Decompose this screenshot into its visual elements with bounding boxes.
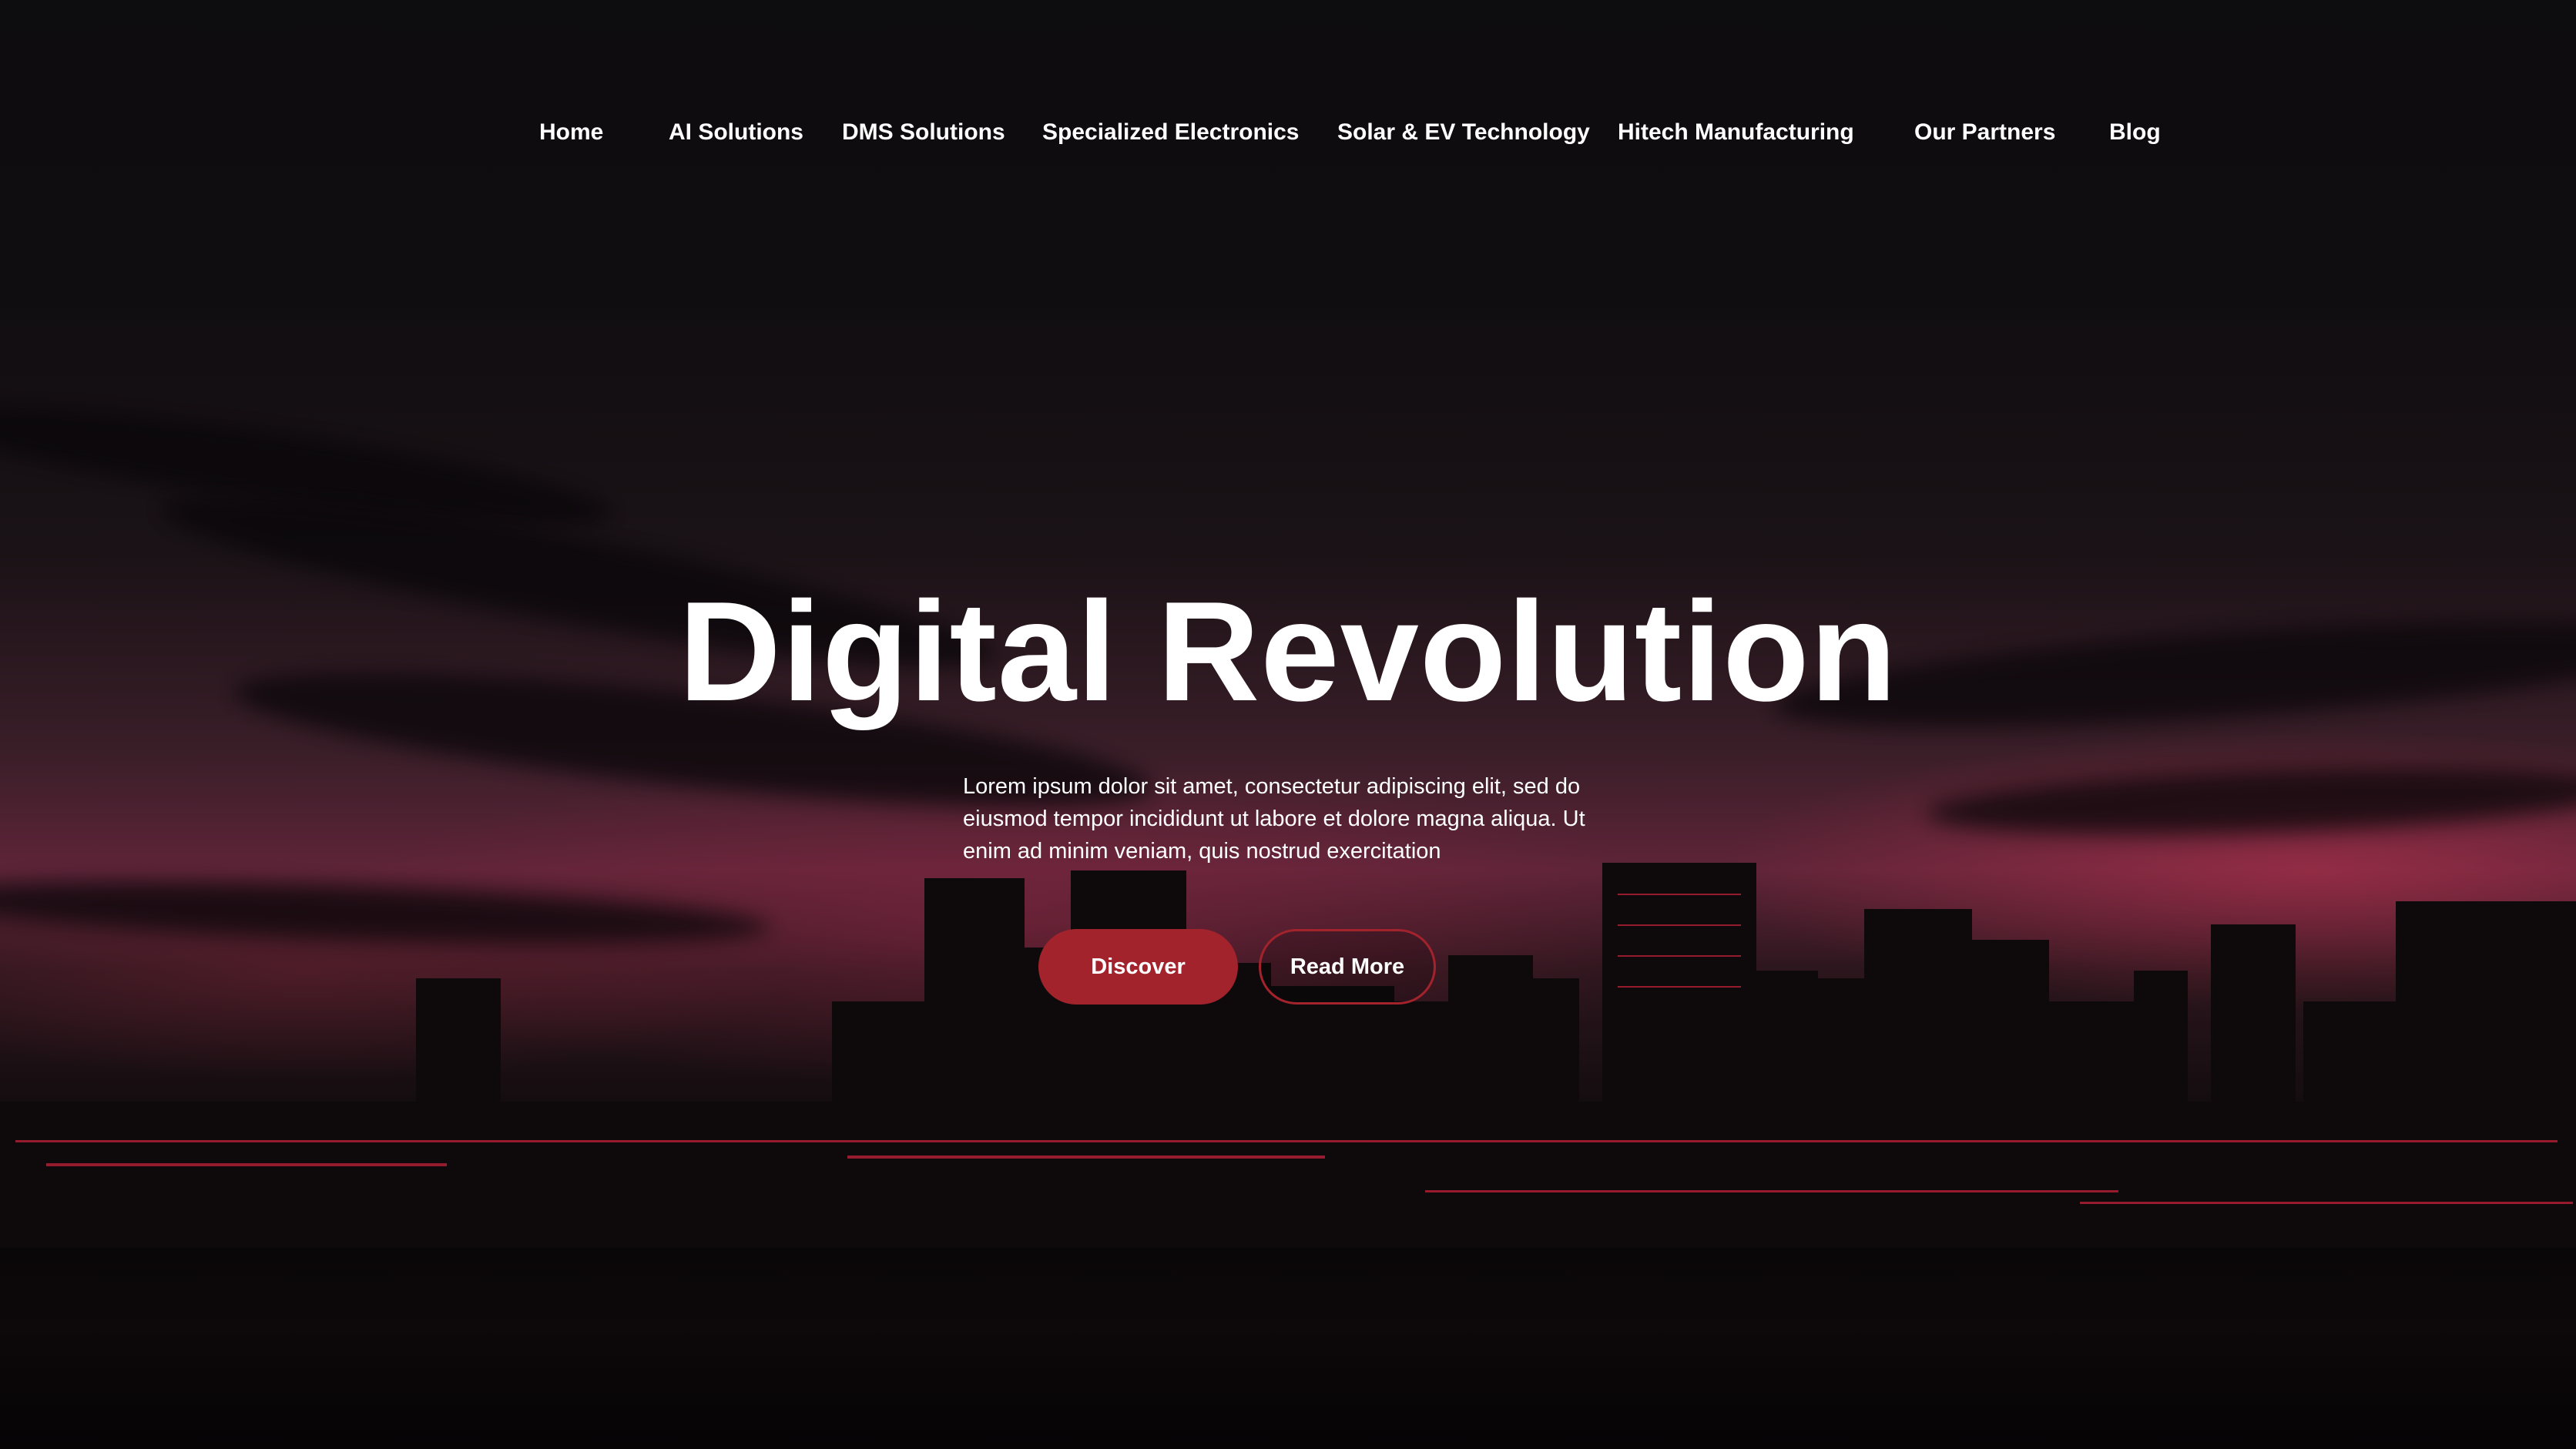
nav-item-blog[interactable]: Blog bbox=[2109, 117, 2161, 148]
nav-item-hitech-manufacturing[interactable]: Hitech Manufacturing bbox=[1618, 117, 1854, 148]
nav-item-our-partners[interactable]: Our Partners bbox=[1914, 117, 2055, 148]
hero-title: Digital Revolution bbox=[679, 572, 1897, 730]
hero-description: Lorem ipsum dolor sit amet, consectetur … bbox=[963, 774, 1585, 864]
river-reflection bbox=[0, 1248, 2576, 1449]
read-more-button[interactable]: Read More bbox=[1259, 929, 1436, 1005]
hero-page: Home AI Solutions DMS Solutions Speciali… bbox=[0, 0, 2576, 1449]
nav-item-home[interactable]: Home bbox=[539, 117, 603, 148]
nav-item-specialized-electronics[interactable]: Specialized Electronics bbox=[1042, 117, 1299, 148]
nav-item-dms-solutions[interactable]: DMS Solutions bbox=[842, 117, 1005, 148]
main-nav: Home AI Solutions DMS Solutions Speciali… bbox=[0, 117, 2576, 148]
nav-item-solar-ev-technology[interactable]: Solar & EV Technology bbox=[1337, 117, 1590, 148]
discover-button[interactable]: Discover bbox=[1038, 929, 1238, 1005]
nav-item-ai-solutions[interactable]: AI Solutions bbox=[669, 117, 803, 148]
